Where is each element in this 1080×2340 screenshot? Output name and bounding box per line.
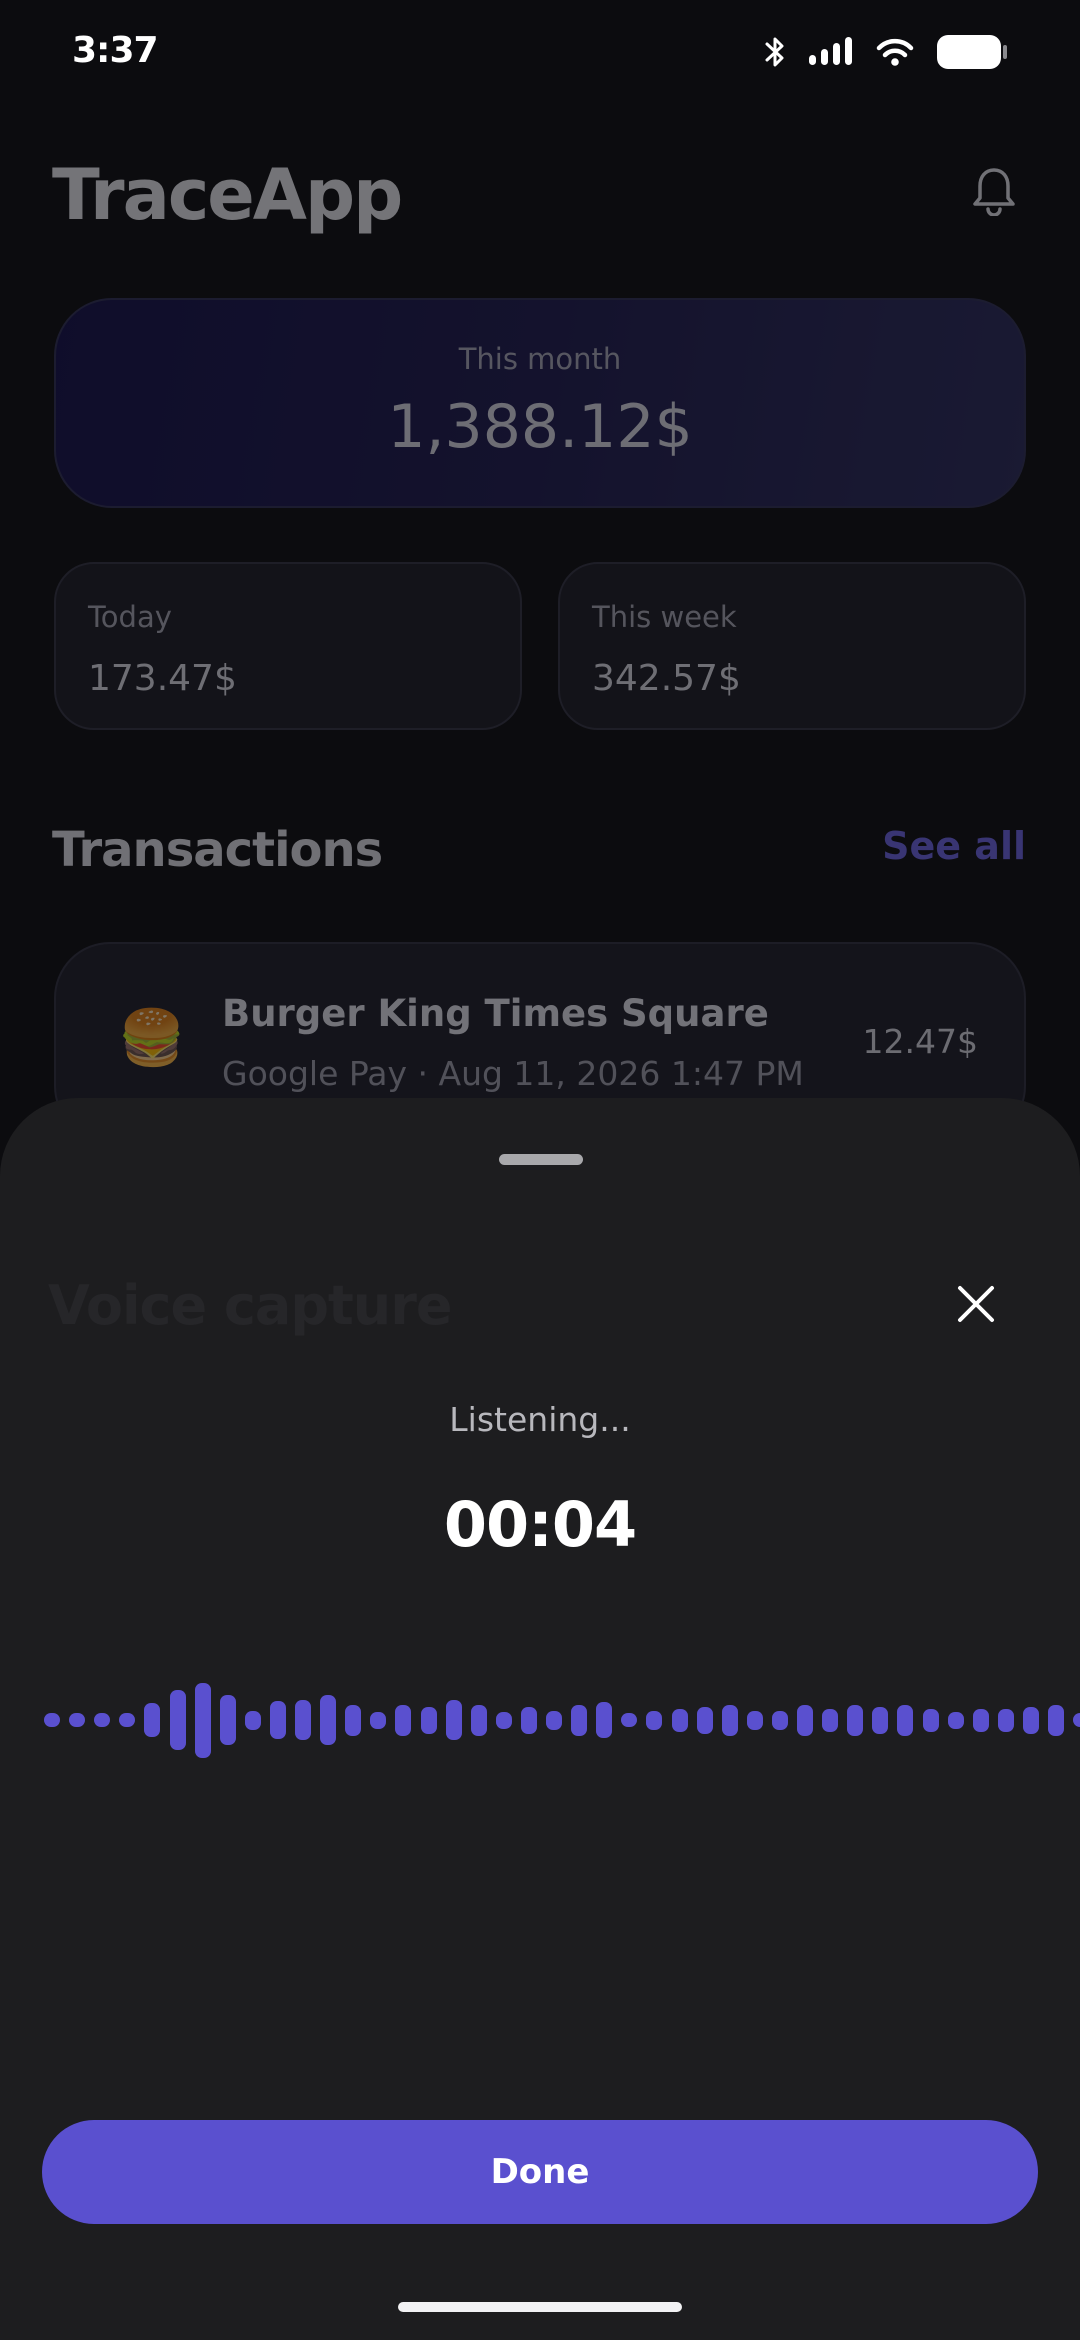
close-button[interactable] (944, 1274, 1008, 1338)
waveform-bar (94, 1713, 110, 1727)
transaction-name: Burger King Times Square (222, 992, 769, 1035)
waveform-bar (1048, 1704, 1064, 1736)
wifi-icon (876, 37, 914, 67)
waveform-bar (646, 1710, 662, 1730)
waveform-bar (295, 1700, 311, 1740)
waveform-bar (195, 1682, 211, 1758)
see-all-link[interactable]: See all (882, 824, 1026, 868)
today-label: Today (88, 600, 172, 634)
waveform-bar (421, 1706, 437, 1734)
waveform-bar (446, 1700, 462, 1740)
done-button[interactable]: Done (42, 2120, 1038, 2224)
waveform-bar (923, 1708, 939, 1732)
waveform-bar (471, 1704, 487, 1736)
week-label: This week (592, 600, 737, 634)
waveform-bar (370, 1711, 386, 1729)
month-label: This month (458, 342, 622, 376)
week-value: 342.57$ (592, 658, 741, 699)
close-icon (956, 1284, 996, 1328)
burger-icon: 🍔 (118, 1006, 186, 1069)
waveform-bar (245, 1710, 261, 1730)
waveform-bar (44, 1713, 60, 1727)
waveform-bar (546, 1710, 562, 1730)
waveform-bar (144, 1703, 160, 1737)
home-indicator[interactable] (398, 2302, 682, 2312)
waveform-bar (872, 1706, 888, 1734)
waveform-bar (672, 1708, 688, 1732)
waveform-bar (697, 1706, 713, 1734)
sheet-grabber[interactable] (499, 1154, 583, 1165)
listening-status: Listening... (449, 1400, 631, 1439)
waveform-bar (119, 1713, 135, 1727)
waveform-bar (320, 1695, 336, 1745)
status-bar: 3:37 (0, 0, 1080, 110)
cellular-signal-icon (808, 37, 854, 67)
screen: 3:37 TraceApp This month 1,388.12$ Today… (0, 0, 1080, 2340)
waveform-bar (596, 1702, 612, 1738)
waveform-bar (1073, 1713, 1080, 1727)
waveform-bar (270, 1701, 286, 1739)
waveform-bar (797, 1704, 813, 1736)
today-card[interactable]: Today 173.47$ (54, 562, 522, 730)
waveform-bar (496, 1711, 512, 1729)
bell-icon[interactable] (972, 166, 1016, 220)
waveform-bar (847, 1704, 863, 1736)
waveform-bar (170, 1690, 186, 1750)
transactions-title: Transactions (52, 822, 383, 878)
waveform-bar (521, 1706, 537, 1734)
waveform-bar (948, 1711, 964, 1729)
waveform-bar (220, 1695, 236, 1745)
week-card[interactable]: This week 342.57$ (558, 562, 1026, 730)
today-value: 173.47$ (88, 658, 237, 699)
waveform-bar (395, 1704, 411, 1736)
waveform-bar (345, 1704, 361, 1736)
recording-timer: 00:04 (443, 1488, 637, 1561)
waveform-bar (973, 1708, 989, 1732)
month-value: 1,388.12$ (387, 392, 693, 462)
battery-icon (936, 34, 1008, 70)
waveform-bar (69, 1713, 85, 1727)
waveform-bar (897, 1704, 913, 1736)
waveform-bar (747, 1710, 763, 1730)
waveform-bar (998, 1708, 1014, 1732)
waveform-bar (822, 1708, 838, 1732)
waveform-bar (1023, 1706, 1039, 1734)
transaction-amount: 12.47$ (862, 1022, 978, 1061)
month-summary-card[interactable]: This month 1,388.12$ (54, 298, 1026, 508)
dashboard-background: TraceApp This month 1,388.12$ Today 173.… (0, 110, 1080, 1142)
waveform-bar (772, 1710, 788, 1730)
status-icons (764, 34, 1008, 70)
transaction-subtitle: Google Pay · Aug 11, 2026 1:47 PM (222, 1054, 804, 1093)
waveform-bar (621, 1713, 637, 1727)
waveform-bar (722, 1704, 738, 1736)
bluetooth-icon (764, 35, 786, 69)
waveform-bar (571, 1704, 587, 1736)
app-title: TraceApp (52, 154, 403, 236)
status-time: 3:37 (72, 30, 159, 71)
sheet-title: Voice capture (48, 1274, 452, 1337)
